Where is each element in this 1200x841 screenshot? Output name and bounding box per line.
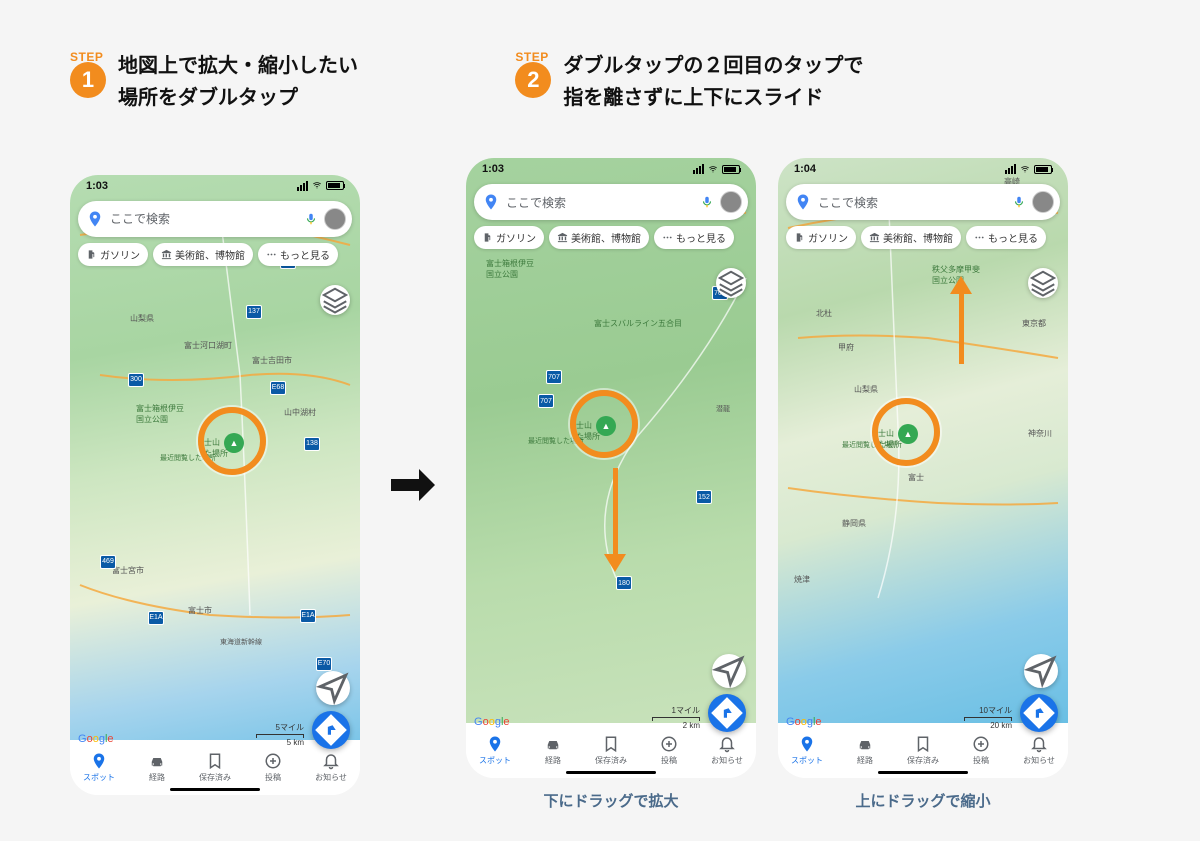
status-bar: 1:03 <box>70 175 360 197</box>
locate-button[interactable] <box>316 671 350 705</box>
signal-icon <box>1005 164 1016 174</box>
mic-icon[interactable] <box>700 195 714 209</box>
wifi-icon <box>707 165 719 174</box>
battery-icon <box>326 181 344 190</box>
avatar[interactable] <box>324 208 346 230</box>
wifi-icon <box>1019 165 1031 174</box>
home-indicator[interactable] <box>878 771 968 774</box>
nav-contribute[interactable]: 投稿 <box>244 740 302 795</box>
nav-saved[interactable]: 保存済み <box>582 723 640 778</box>
nav-saved[interactable]: 保存済み <box>894 723 952 778</box>
search-bar[interactable]: ここで検索 <box>474 184 748 220</box>
maps-logo-icon <box>86 210 104 228</box>
layers-button[interactable] <box>1028 268 1058 298</box>
step-title-2: ダブルタップの２回目のタップで 指を離さずに上下にスライド <box>563 50 863 114</box>
avatar[interactable] <box>1032 191 1054 213</box>
caption-zoom-out: 上にドラッグで縮小 <box>778 790 1068 811</box>
nav-route[interactable]: 経路 <box>524 723 582 778</box>
time: 1:03 <box>86 180 108 192</box>
step-badge-2: 2 <box>515 62 551 98</box>
home-indicator[interactable] <box>170 788 260 791</box>
home-indicator[interactable] <box>566 771 656 774</box>
directions-button[interactable] <box>708 694 746 732</box>
chip-museum[interactable]: 美術館、博物館 <box>153 243 253 266</box>
signal-icon <box>297 181 308 191</box>
battery-icon <box>722 165 740 174</box>
arrow-icon <box>380 461 446 509</box>
locate-button[interactable] <box>712 654 746 688</box>
search-bar[interactable]: ここで検索 <box>786 184 1060 220</box>
highlight-circle <box>570 390 638 458</box>
layers-button[interactable] <box>320 285 350 315</box>
battery-icon <box>1034 165 1052 174</box>
chip-more[interactable]: もっと見る <box>258 243 338 266</box>
google-logo: Google <box>474 716 510 728</box>
maps-logo-icon <box>794 193 812 211</box>
chip-gas[interactable]: ガソリン <box>474 226 544 249</box>
search-bar[interactable]: ここで検索 <box>78 201 352 237</box>
scale-bar: 10マイル20 km <box>964 705 1012 730</box>
step-label: STEP <box>70 50 106 64</box>
nav-saved[interactable]: 保存済み <box>186 740 244 795</box>
google-logo: Google <box>78 733 114 745</box>
search-placeholder: ここで検索 <box>818 194 1006 211</box>
nav-route[interactable]: 経路 <box>836 723 894 778</box>
phone-screenshot-3: 1:04ここで検索ガソリン美術館、博物館もっと見る高崎秩父多摩甲斐国立公園北杜東… <box>778 158 1068 778</box>
search-placeholder: ここで検索 <box>506 194 694 211</box>
phone-screenshot-1: 1:03ここで検索ガソリン美術館、博物館もっと見る甲府市昭和町山梨県富士河口湖町… <box>70 175 360 795</box>
chip-more[interactable]: もっと見る <box>966 226 1046 249</box>
nav-contribute[interactable]: 投稿 <box>952 723 1010 778</box>
google-logo: Google <box>786 716 822 728</box>
chip-gas[interactable]: ガソリン <box>786 226 856 249</box>
mic-icon[interactable] <box>304 212 318 226</box>
nav-contribute[interactable]: 投稿 <box>640 723 698 778</box>
search-placeholder: ここで検索 <box>110 210 298 227</box>
scale-bar: 1マイル2 km <box>652 705 700 730</box>
locate-button[interactable] <box>1024 654 1058 688</box>
signal-icon <box>693 164 704 174</box>
maps-logo-icon <box>482 193 500 211</box>
chip-gas[interactable]: ガソリン <box>78 243 148 266</box>
directions-button[interactable] <box>1020 694 1058 732</box>
status-bar: 1:03 <box>466 158 756 180</box>
time: 1:03 <box>482 163 504 175</box>
wifi-icon <box>311 181 323 190</box>
status-bar: 1:04 <box>778 158 1068 180</box>
chip-museum[interactable]: 美術館、博物館 <box>549 226 649 249</box>
nav-spot[interactable]: スポット <box>466 723 524 778</box>
time: 1:04 <box>794 163 816 175</box>
nav-route[interactable]: 経路 <box>128 740 186 795</box>
step-title-1: 地図上で拡大・縮小したい 場所をダブルタップ <box>118 50 358 114</box>
mic-icon[interactable] <box>1012 195 1026 209</box>
scale-bar: 5マイル5 km <box>256 722 304 747</box>
highlight-circle <box>872 398 940 466</box>
nav-spot[interactable]: スポット <box>778 723 836 778</box>
nav-spot[interactable]: スポット <box>70 740 128 795</box>
chip-more[interactable]: もっと見る <box>654 226 734 249</box>
caption-zoom-in: 下にドラッグで拡大 <box>466 790 756 811</box>
phone-screenshot-2: 1:03ここで検索ガソリン美術館、博物館もっと見る富士箱根伊豆国立公園富士スバル… <box>466 158 756 778</box>
highlight-circle <box>198 407 266 475</box>
step-label: STEP <box>515 50 551 64</box>
chip-museum[interactable]: 美術館、博物館 <box>861 226 961 249</box>
directions-button[interactable] <box>312 711 350 749</box>
avatar[interactable] <box>720 191 742 213</box>
layers-button[interactable] <box>716 268 746 298</box>
step-badge-1: 1 <box>70 62 106 98</box>
